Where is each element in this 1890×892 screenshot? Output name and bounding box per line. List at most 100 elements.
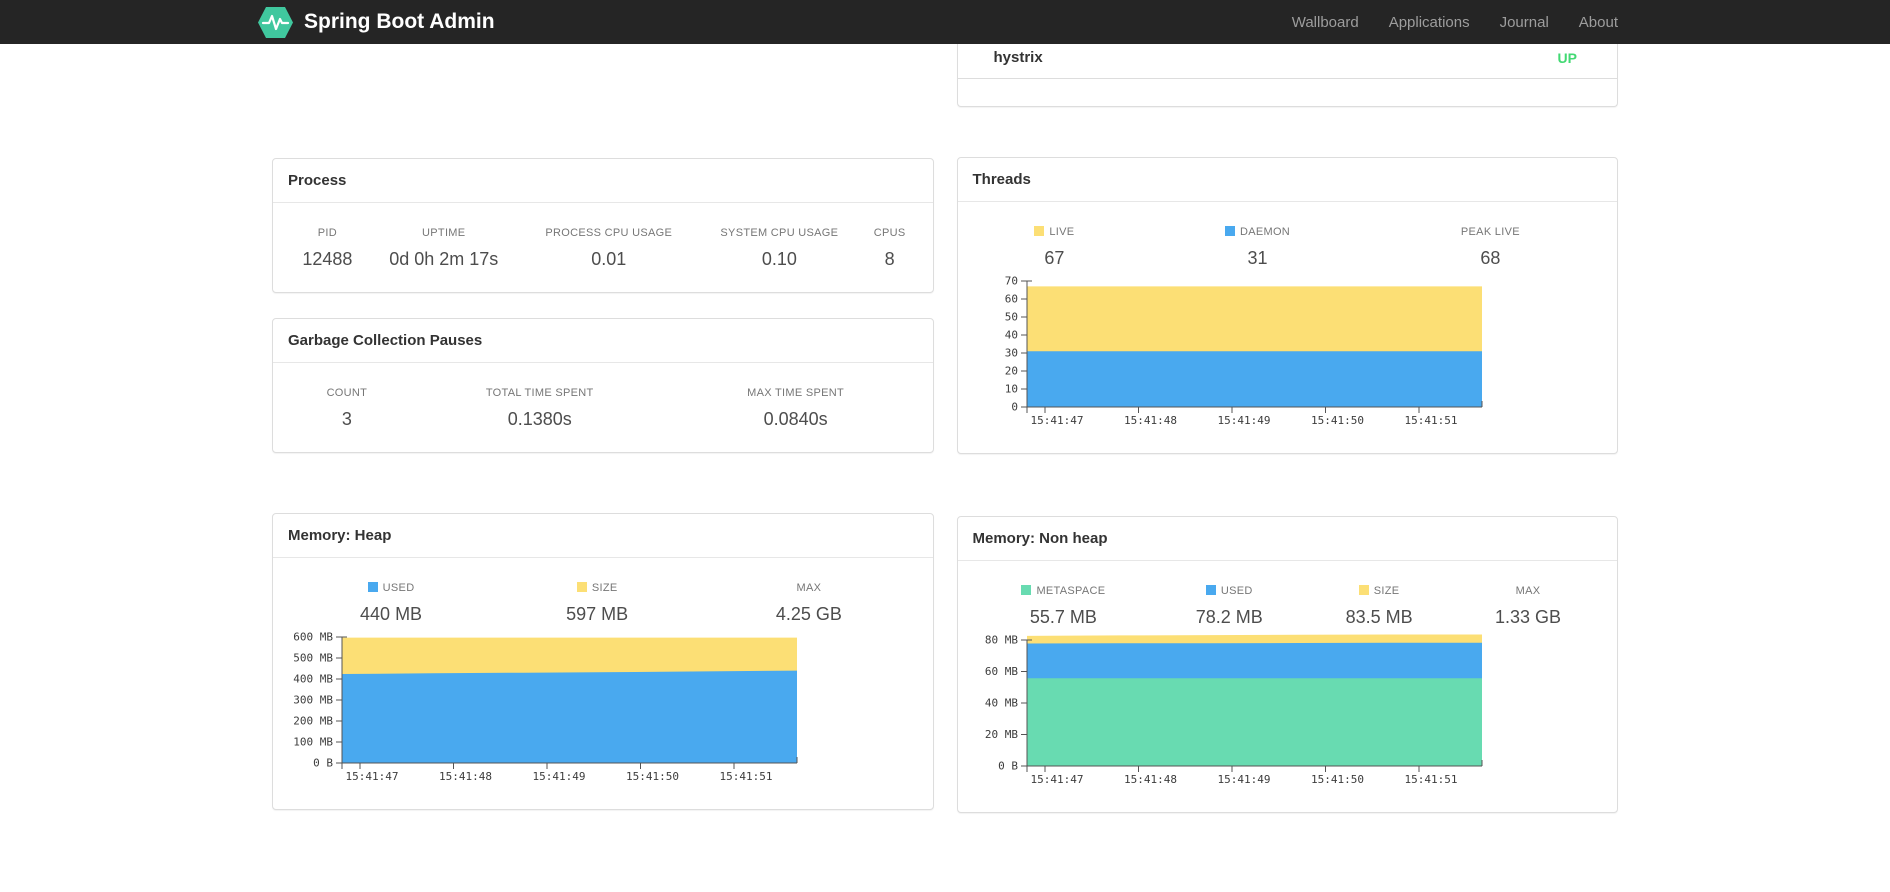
svg-text:50: 50 — [1004, 311, 1017, 324]
stat-value: 1.33 GB — [1494, 607, 1562, 627]
svg-text:60 MB: 60 MB — [984, 665, 1017, 678]
application-status-card: hystrix UP — [956, 44, 1618, 107]
svg-text:15:41:48: 15:41:48 — [1124, 773, 1177, 786]
process-card-title: Process — [273, 159, 933, 203]
stat-value: 83.5 MB — [1345, 607, 1413, 627]
stats-labels-row: USED SIZE MAX — [288, 582, 918, 604]
stat-value: 8 — [884, 249, 895, 269]
legend-marker-icon — [1205, 585, 1216, 595]
left-column: Process PID UPTIME PROCESS CPU USAGE SYSTEM… — [272, 44, 934, 810]
stats-labels-row: METASPACE USED SIZE MAX — [973, 585, 1603, 607]
svg-text:500 MB: 500 MB — [293, 652, 333, 665]
svg-text:15:41:47: 15:41:47 — [1030, 414, 1083, 427]
stats-values-row: 440 MB 597 MB 4.25 GB — [288, 604, 918, 625]
process-card: Process PID UPTIME PROCESS CPU USAGE SYSTEM… — [272, 158, 934, 293]
stat-label: COUNT — [326, 387, 368, 399]
nav-item-wallboard[interactable]: Wallboard — [1292, 14, 1359, 31]
svg-text:100 MB: 100 MB — [293, 736, 333, 749]
stat-label: USED — [1154, 585, 1304, 607]
svg-text:15:41:51: 15:41:51 — [1404, 414, 1457, 427]
svg-text:0 B: 0 B — [998, 760, 1018, 773]
stat-label: MAX — [796, 582, 822, 594]
application-card-footer — [958, 79, 1618, 106]
gc-card: Garbage Collection Pauses COUNT TOTAL TIM… — [272, 318, 934, 453]
stat-label: PROCESS CPU USAGE — [545, 227, 673, 239]
stat-value: 68 — [1480, 248, 1501, 268]
nav-item-journal[interactable]: Journal — [1500, 14, 1549, 31]
memory-heap-stats-table: USED SIZE MAX 440 MB 597 MB 4.25 GB — [288, 582, 918, 625]
stat-label: CPUS — [873, 227, 906, 239]
gc-card-title: Garbage Collection Pauses — [273, 319, 933, 363]
stat-value: 0.10 — [761, 249, 797, 269]
svg-text:15:41:50: 15:41:50 — [1311, 414, 1364, 427]
brand-title: Spring Boot Admin — [304, 10, 495, 33]
stat-label: TOTAL TIME SPENT — [485, 387, 594, 399]
legend-marker-icon — [1224, 226, 1235, 236]
threads-card-title: Threads — [957, 158, 1617, 202]
stat-value: 78.2 MB — [1195, 607, 1263, 627]
svg-text:400 MB: 400 MB — [293, 673, 333, 686]
stats-labels-row: COUNT TOTAL TIME SPENT MAX TIME SPENT — [288, 387, 918, 409]
svg-text:15:41:50: 15:41:50 — [626, 770, 679, 783]
svg-text:15:41:49: 15:41:49 — [533, 770, 586, 783]
svg-text:40 MB: 40 MB — [984, 697, 1017, 710]
stat-value: 597 MB — [566, 604, 629, 624]
memory-nonheap-stats-table: METASPACE USED SIZE MAX 55.7 MB 78.2 MB 83.5 M… — [973, 585, 1603, 628]
svg-text:30: 30 — [1004, 347, 1017, 360]
stat-value: 0d 0h 2m 17s — [389, 249, 499, 269]
svg-text:0 B: 0 B — [313, 757, 333, 770]
navbar-container: Spring Boot Admin Wallboard Applications J… — [257, 0, 1633, 44]
stat-label: PEAK LIVE — [1460, 226, 1520, 238]
svg-text:300 MB: 300 MB — [293, 694, 333, 707]
svg-text:15:41:49: 15:41:49 — [1217, 414, 1270, 427]
svg-text:40: 40 — [1004, 329, 1017, 342]
svg-text:15:41:47: 15:41:47 — [1030, 773, 1083, 786]
stat-value: 0.0840s — [763, 409, 828, 429]
svg-text:15:41:48: 15:41:48 — [1124, 414, 1177, 427]
stats-values-row: 55.7 MB 78.2 MB 83.5 MB 1.33 GB — [973, 607, 1603, 628]
stats-values-row: 67 31 68 — [973, 248, 1603, 269]
threads-stats-table: LIVE DAEMON PEAK LIVE 67 31 68 — [973, 226, 1603, 269]
memory-nonheap-card-body: METASPACE USED SIZE MAX 55.7 MB 78.2 MB 83.5 M… — [958, 561, 1618, 812]
stats-labels-row: LIVE DAEMON PEAK LIVE — [973, 226, 1603, 248]
stat-label: DAEMON — [1136, 226, 1379, 248]
stats-labels-row: PID UPTIME PROCESS CPU USAGE SYSTEM CPU USA… — [288, 227, 918, 249]
stat-label: MAX TIME SPENT — [747, 387, 845, 399]
threads-card-body: LIVE DAEMON PEAK LIVE 67 31 68 0 10 20 30 40 50 60 7… — [958, 202, 1618, 453]
application-name[interactable]: hystrix — [994, 49, 1043, 66]
application-row[interactable]: hystrix UP — [957, 44, 1617, 79]
stat-value: 55.7 MB — [1029, 607, 1097, 627]
stat-label: SYSTEM CPU USAGE — [720, 227, 839, 239]
svg-text:600 MB: 600 MB — [293, 631, 333, 644]
memory-nonheap-chart: 0 B 20 MB 40 MB 60 MB 80 MB 15:41:47 15:41:48 1… — [969, 634, 1603, 792]
process-card-body: PID UPTIME PROCESS CPU USAGE SYSTEM CPU USA… — [273, 203, 933, 292]
nav-item-about[interactable]: About — [1579, 14, 1618, 31]
svg-text:15:41:48: 15:41:48 — [439, 770, 492, 783]
svg-text:0: 0 — [1011, 401, 1018, 414]
svg-text:10: 10 — [1004, 383, 1017, 396]
stats-values-row: 3 0.1380s 0.0840s — [288, 409, 918, 430]
nav-item-applications[interactable]: Applications — [1389, 14, 1470, 31]
threads-chart: 0 10 20 30 40 50 60 70 15:41:47 15:41:48 15:41:49 1… — [969, 275, 1603, 433]
stat-label: SIZE — [494, 582, 700, 604]
svg-text:15:41:47: 15:41:47 — [346, 770, 399, 783]
stat-value: 12488 — [302, 249, 353, 269]
memory-heap-card-body: USED SIZE MAX 440 MB 597 MB 4.25 GB 0 B 100 MB… — [273, 558, 933, 809]
gc-card-body: COUNT TOTAL TIME SPENT MAX TIME SPENT 3 0.13… — [273, 363, 933, 452]
application-status-badge: UP — [1557, 49, 1577, 66]
stats-values-row: 12488 0d 0h 2m 17s 0.01 0.10 8 — [288, 249, 918, 270]
memory-heap-card: Memory: Heap USED SIZE MAX 440 MB 597 MB 4.25… — [272, 513, 934, 810]
memory-heap-chart: 0 B 100 MB 200 MB 300 MB 400 MB 500 MB 600 MB 1… — [284, 631, 918, 789]
svg-text:200 MB: 200 MB — [293, 715, 333, 728]
brand-link[interactable]: Spring Boot Admin — [257, 6, 495, 39]
stat-value: 3 — [341, 409, 352, 429]
threads-card: Threads LIVE DAEMON PEAK LIVE 67 31 68 0 10 20 3… — [956, 157, 1618, 454]
stat-label: UPTIME — [422, 227, 466, 239]
legend-marker-icon — [1358, 585, 1369, 595]
svg-text:15:41:50: 15:41:50 — [1311, 773, 1364, 786]
stat-value: 0.01 — [591, 249, 627, 269]
memory-heap-card-title: Memory: Heap — [273, 514, 933, 558]
